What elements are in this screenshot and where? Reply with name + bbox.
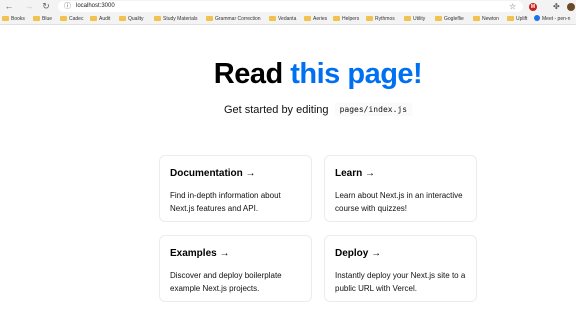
page-title-prefix: Read [213, 58, 283, 90]
card-learn[interactable]: Learn → Learn about Next.js in an intera… [324, 155, 477, 222]
card-text: Find in-depth information about Next.js … [170, 191, 281, 213]
reload-icon[interactable]: ↻ [40, 0, 52, 13]
card-examples[interactable]: Examples → Discover and deploy boilerpla… [159, 235, 312, 302]
folder-icon [473, 16, 480, 21]
bookmark-books[interactable]: Books [2, 13, 25, 25]
folder-icon [435, 16, 442, 21]
back-arrow-icon[interactable]: ← [3, 0, 15, 13]
card-text: Learn about Next.js in an interactive co… [335, 191, 463, 213]
bookmark-study-materials[interactable]: Study Materials [154, 13, 197, 25]
browser-toolbar: ← → ↻ ⓘ localhost:3000 ☆ M ✤ [0, 0, 576, 13]
folder-icon [90, 16, 97, 21]
page-description: Get started by editing pages/index.js [0, 103, 576, 116]
folder-icon [507, 16, 514, 21]
bookmark-uplift[interactable]: Uplift [507, 13, 527, 25]
card-documentation[interactable]: Documentation → Find in-depth informatio… [159, 155, 312, 222]
bookmark-helpers[interactable]: Helpers [333, 13, 359, 25]
page-title-link[interactable]: this page! [290, 58, 422, 90]
folder-icon [304, 16, 311, 21]
folder-icon [404, 16, 411, 21]
bookmark-blue[interactable]: Blue [33, 13, 52, 25]
folder-icon [269, 16, 276, 21]
bookmarks-bar: Books Blue Cadec Audit Quality Study Mat… [0, 13, 576, 25]
bookmark-newton[interactable]: Newton [473, 13, 499, 25]
description-text: Get started by editing [223, 104, 329, 116]
extensions-puzzle-icon[interactable]: ✤ [553, 0, 560, 13]
card-title: Deploy → [335, 248, 382, 259]
folder-icon [33, 16, 40, 21]
bookmark-utility[interactable]: Utility [404, 13, 425, 25]
folder-icon [366, 16, 373, 21]
globe-icon [534, 15, 540, 21]
bookmark-grammar-correction[interactable]: Grammar Correction [206, 13, 261, 25]
site-info-icon[interactable]: ⓘ [64, 1, 71, 12]
folder-icon [333, 16, 340, 21]
code-snippet: pages/index.js [334, 103, 413, 116]
card-title: Learn → [335, 168, 376, 179]
address-bar[interactable]: ⓘ localhost:3000 [58, 1, 523, 12]
card-title: Examples → [170, 248, 230, 259]
bookmark-cadec[interactable]: Cadec [60, 13, 83, 25]
folder-icon [60, 16, 67, 21]
folder-icon [206, 16, 213, 21]
profile-avatar[interactable] [567, 3, 575, 11]
extension-icon[interactable]: M [529, 3, 537, 11]
folder-icon [119, 16, 126, 21]
address-bar-url: localhost:3000 [76, 3, 115, 9]
card-text: Instantly deploy your Next.js site to a … [335, 271, 466, 293]
card-title: Documentation → [170, 168, 256, 179]
bookmark-rythmos[interactable]: Rythmos [366, 13, 395, 25]
bookmark-star-icon[interactable]: ☆ [509, 0, 516, 13]
folder-icon [2, 16, 9, 21]
forward-arrow-icon[interactable]: → [23, 0, 35, 13]
bookmark-meet[interactable]: Meet - pen-n [534, 13, 570, 25]
card-text: Discover and deploy boilerplate example … [170, 271, 282, 293]
bookmark-vedanta[interactable]: Vedanta [269, 13, 296, 25]
card-deploy[interactable]: Deploy → Instantly deploy your Next.js s… [324, 235, 477, 302]
bookmark-gogleflie[interactable]: Gogleflie [435, 13, 464, 25]
bookmark-aeries[interactable]: Aeries [304, 13, 327, 25]
folder-icon [154, 16, 161, 21]
bookmark-quality[interactable]: Quality [119, 13, 144, 25]
page-title: Read this page! [0, 58, 576, 91]
bookmark-audit[interactable]: Audit [90, 13, 110, 25]
